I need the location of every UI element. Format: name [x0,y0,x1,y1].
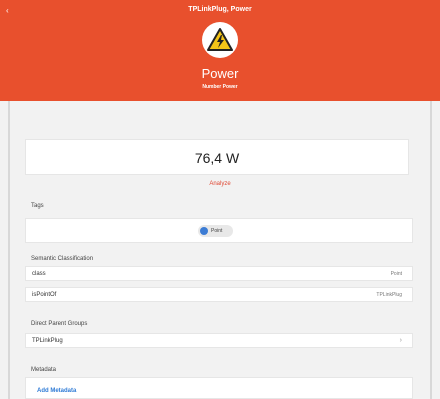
parent-group-row[interactable]: TPLinkPlug › [25,333,413,348]
parent-groups-section-label: Direct Parent Groups [31,321,88,327]
analyze-button[interactable]: Analyze [0,181,440,187]
semantic-row-ispointof: isPointOf TPLinkPlug [25,287,413,302]
item-name: Power [201,66,239,81]
tag-chip[interactable]: Point [198,225,233,237]
metadata-section-label: Metadata [31,367,57,373]
item-icon-badge [202,22,238,58]
semantic-section-label: Semantic Classification [31,256,94,262]
row-key: isPointOf [32,292,57,298]
header-bar: ‹ TPLinkPlug, Power Power Number Power [0,0,440,101]
row-key: class [32,271,46,277]
chevron-right-icon: › [399,337,402,344]
tag-icon [200,227,208,235]
page-title: TPLinkPlug, Power [188,6,252,13]
row-key: TPLinkPlug [32,338,63,344]
metadata-card [25,377,413,399]
item-state-value: 76,4 W [194,150,240,166]
item-subtitle: Number Power [202,84,238,90]
row-value: TPLinkPlug [376,292,402,298]
warning-icon [207,28,233,51]
tags-card: Point [25,218,413,243]
tags-section-label: Tags [31,203,44,209]
row-value: Point [390,271,402,277]
content-edge-left [8,101,10,399]
add-metadata-button[interactable]: Add Metadata [37,388,76,394]
semantic-row-class: class Point [25,266,413,281]
tag-chip-label: Point [211,228,223,234]
state-card: 76,4 W [25,139,409,175]
content-edge-right [430,101,432,399]
